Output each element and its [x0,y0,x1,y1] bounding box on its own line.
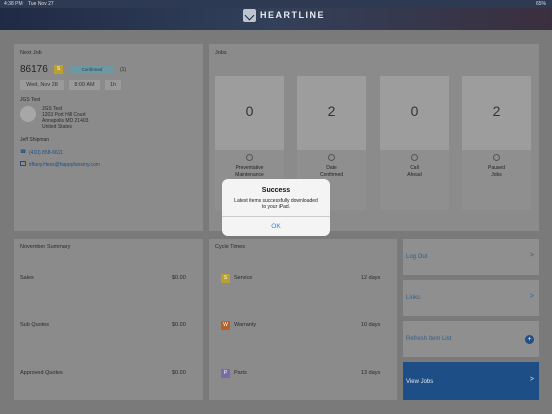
job-time: 8:00 AM [69,80,100,90]
summary-sales-label: Sales [20,275,34,281]
customer-avatar [20,106,36,122]
email-icon [20,161,26,166]
summary-sub-quotes-label: Sub Quotes [20,322,50,328]
alert-message: Latest items successfully downloaded to … [234,198,318,210]
email-link[interactable]: tiffany.Hess@happyfunsmy.com [29,162,100,168]
chevron-right-icon: > [529,293,534,300]
job-date: Wed, Nov 28 [20,80,64,90]
status-battery: 65% [535,1,546,7]
customer-name: JGS Test [20,97,41,103]
job-card-count: 2 [327,103,336,119]
log-out-button[interactable]: Log Out > [403,239,539,275]
summary-approved-quotes-value: $0.00 [172,370,186,376]
address-line: United States [42,124,73,130]
heartline-logo-icon [243,8,256,22]
job-number[interactable]: 86176 [20,64,48,75]
brand-name: HEARTLINE [260,10,325,20]
job-card-label: Call Ahead [407,165,422,178]
status-badge: Confirmed [70,66,114,74]
chevron-right-icon: > [529,252,534,259]
job-count: (1) [120,67,127,73]
cycle-warranty-label: Warranty [234,322,257,328]
service-type-badge: S [54,65,63,74]
cycle-service-value: 12 days [361,275,381,281]
job-duration: 1h [105,80,121,90]
job-card-count: 2 [492,103,501,119]
calendar-check-icon [328,154,335,161]
success-alert: Success Latest items successfully downlo… [222,179,330,236]
phone-icon: ☎ [20,149,27,155]
app-header: 4:38 PM Tue Nov 27 65% HEARTLINE [0,0,552,30]
plus-icon: + [525,335,534,344]
log-out-label: Log Out [406,254,428,260]
job-card-label: Paused Jobs [488,165,505,178]
links-label: Links [406,295,421,301]
links-button[interactable]: Links > [403,280,539,316]
jobs-title: Jobs [215,50,227,56]
alert-title: Success [261,187,291,194]
job-card-count: 0 [245,103,254,119]
status-bar: 4:38 PM Tue Nov 27 65% [0,0,552,8]
view-jobs-label: View Jobs [406,379,434,385]
phone-icon [411,154,418,161]
status-time: 4:38 PM [4,1,23,7]
phone-link[interactable]: (410) 858-6611 [29,150,63,156]
view-jobs-button[interactable]: View Jobs > [403,362,539,400]
job-card-label: Date Confirmed [319,165,344,178]
refresh-item-list-button[interactable]: Refresh Item List + [403,321,539,357]
cycle-times-title: Cycle Times [215,244,245,250]
job-card-count: 0 [410,103,419,119]
cycle-service-label: Service [234,275,253,281]
summary-approved-quotes-label: Approved Quotes [20,370,63,376]
app-logo: HEARTLINE [243,8,325,22]
service-badge-icon: S [221,274,230,283]
summary-sub-quotes-value: $0.00 [172,322,186,328]
summary-title: November Summary [20,244,71,250]
cycle-parts-value: 13 days [361,370,381,376]
status-date: Tue Nov 27 [28,1,54,7]
summary-sales-value: $0.00 [172,275,186,281]
chevron-right-icon: > [529,376,534,383]
pause-icon [493,154,500,161]
alert-ok-button[interactable]: OK [222,217,330,236]
contact-name: Jeff Shipman [20,137,50,143]
customer-address: JGS Test 1203 Port Hill Court Annapolis … [42,106,88,130]
warranty-badge-icon: W [221,321,230,330]
cycle-warranty-value: 10 days [361,322,381,328]
job-card-call-ahead[interactable]: 0 Call Ahead [380,76,449,210]
wrench-icon [246,154,253,161]
refresh-item-list-label: Refresh Item List [406,336,452,342]
parts-badge-icon: P [221,369,230,378]
cycle-parts-label: Parts [234,370,247,376]
job-card-label: Preventative Maintenance [235,165,264,178]
job-card-paused-jobs[interactable]: 2 Paused Jobs [462,76,531,210]
next-job-title: Next Job [20,50,42,56]
